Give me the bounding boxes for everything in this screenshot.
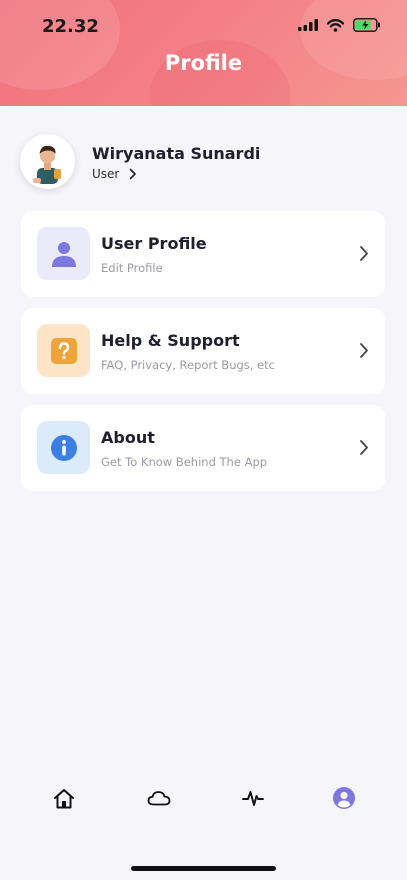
menu-item-title: About xyxy=(101,428,155,447)
status-time: 22.32 xyxy=(42,16,99,37)
info-icon xyxy=(50,434,77,461)
header: 22.32 Profile xyxy=(0,0,407,106)
battery-icon xyxy=(353,18,380,32)
avatar xyxy=(20,134,75,189)
user-role: User xyxy=(92,167,120,181)
menu-item-title: Help & Support xyxy=(101,331,240,350)
user-name: Wiryanata Sunardi xyxy=(92,144,261,163)
cloud-icon xyxy=(147,791,171,806)
question-icon xyxy=(50,337,77,364)
home-icon xyxy=(54,788,74,808)
menu-item-subtitle: FAQ, Privacy, Report Bugs, etc xyxy=(101,358,275,372)
nav-weather[interactable] xyxy=(147,786,171,810)
menu-item-help-support[interactable]: Help & Support FAQ, Privacy, Report Bugs… xyxy=(21,308,385,394)
menu-item-about[interactable]: About Get To Know Behind The App xyxy=(21,405,385,491)
nav-activity[interactable] xyxy=(241,786,265,810)
info-icon-box xyxy=(37,421,90,474)
account-icon xyxy=(333,787,355,809)
user-role-link[interactable]: User xyxy=(92,167,137,181)
signal-icon xyxy=(298,19,318,31)
menu-item-subtitle: Edit Profile xyxy=(101,261,163,275)
chevron-right-icon xyxy=(360,440,368,455)
question-icon-box xyxy=(37,324,90,377)
menu-item-subtitle: Get To Know Behind The App xyxy=(101,455,268,469)
nav-home[interactable] xyxy=(52,786,76,810)
status-icons xyxy=(298,18,381,32)
avatar-illustration-icon xyxy=(33,145,61,184)
menu-item-user-profile[interactable]: User Profile Edit Profile xyxy=(21,211,385,297)
menu-item-title: User Profile xyxy=(101,234,207,253)
home-indicator xyxy=(131,866,276,871)
nav-account[interactable] xyxy=(332,786,356,810)
header-decoration xyxy=(0,0,120,90)
activity-icon xyxy=(242,791,264,806)
chevron-right-icon xyxy=(360,343,368,358)
chevron-right-icon xyxy=(360,246,368,261)
user-icon xyxy=(51,241,76,267)
bottom-nav xyxy=(0,770,407,824)
page-title: Profile xyxy=(164,51,243,75)
user-icon-box xyxy=(37,227,90,280)
wifi-icon xyxy=(327,18,344,32)
chevron-right-icon xyxy=(130,168,137,180)
profile-summary[interactable]: Wiryanata Sunardi User xyxy=(20,134,387,192)
